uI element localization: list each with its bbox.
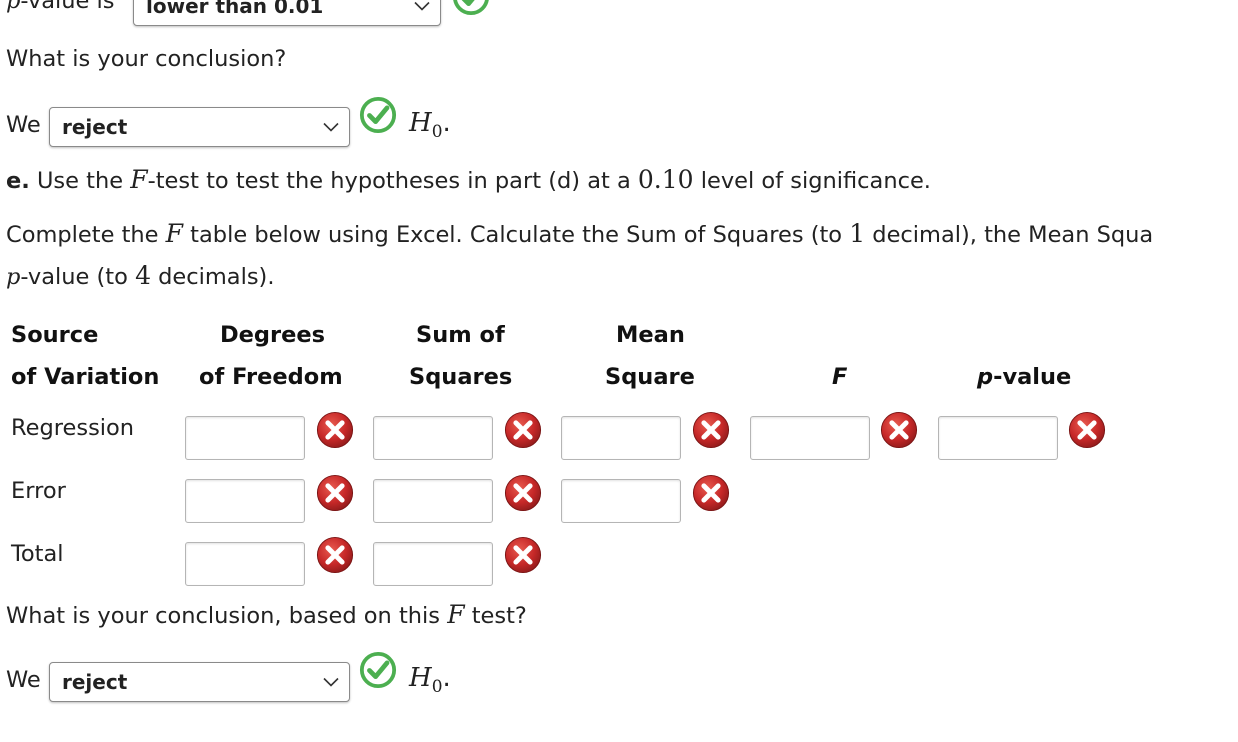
conclusion-question: What is your conclusion? [6,46,287,72]
regression-ss-input[interactable] [373,416,493,460]
error-ss-input[interactable] [373,479,493,523]
header-ss-1: Sum of [416,322,505,348]
check-circle-icon [452,0,490,16]
pvalue-statement: p-value is [6,0,115,14]
x-circle-icon [692,411,730,449]
regression-ms-input[interactable] [561,416,681,460]
pvalue-prefix-text: -value is [20,0,115,14]
f-test-conclusion-question: What is your conclusion, based on this F… [6,600,527,629]
header-df-2: of Freedom [199,364,343,390]
total-df-input[interactable] [185,542,305,586]
chevron-down-icon [323,677,339,687]
h0-symbol: H0. [409,108,451,143]
instructions-line-2: p-value (to 4 decimals). [6,261,275,290]
conclusion-select-value: reject [62,115,128,139]
pvalue-select-value: lower than 0.01 [146,0,324,18]
header-pvalue: p-value [977,364,1072,390]
check-circle-icon [359,96,397,134]
header-f: F [832,364,848,390]
total-ss-input[interactable] [373,542,493,586]
chevron-down-icon [414,1,430,11]
p-variable: p [6,0,21,14]
error-ms-input[interactable] [561,479,681,523]
pvalue-select[interactable]: lower than 0.01 [133,0,441,26]
header-ms-1: Mean [616,322,685,348]
we-label-2: We [6,667,41,693]
h0-symbol-2: H0. [409,663,451,698]
header-ms-2: Square [605,364,695,390]
regression-df-input[interactable] [185,416,305,460]
conclusion-select[interactable]: reject [49,107,350,147]
part-e-text: e. Use the F-test to test the hypotheses… [6,165,931,194]
row-label-total: Total [11,541,64,567]
x-circle-icon [504,536,542,574]
chevron-down-icon [323,122,339,132]
x-circle-icon [504,411,542,449]
x-circle-icon [1068,411,1106,449]
check-circle-icon [359,651,397,689]
regression-pvalue-input[interactable] [938,416,1058,460]
f-test-conclusion-select[interactable]: reject [49,662,350,702]
error-df-input[interactable] [185,479,305,523]
regression-f-input[interactable] [750,416,870,460]
header-source-2: of Variation [11,364,160,390]
row-label-regression: Regression [11,415,135,441]
x-circle-icon [692,474,730,512]
we-label: We [6,112,41,138]
x-circle-icon [316,474,354,512]
header-ss-2: Squares [409,364,513,390]
x-circle-icon [316,411,354,449]
header-source-1: Source [11,322,99,348]
instructions-line-1: Complete the F table below using Excel. … [6,219,1154,248]
header-df-1: Degrees [220,322,326,348]
f-test-conclusion-select-value: reject [62,670,128,694]
x-circle-icon [880,411,918,449]
x-circle-icon [504,474,542,512]
row-label-error: Error [11,478,66,504]
x-circle-icon [316,536,354,574]
